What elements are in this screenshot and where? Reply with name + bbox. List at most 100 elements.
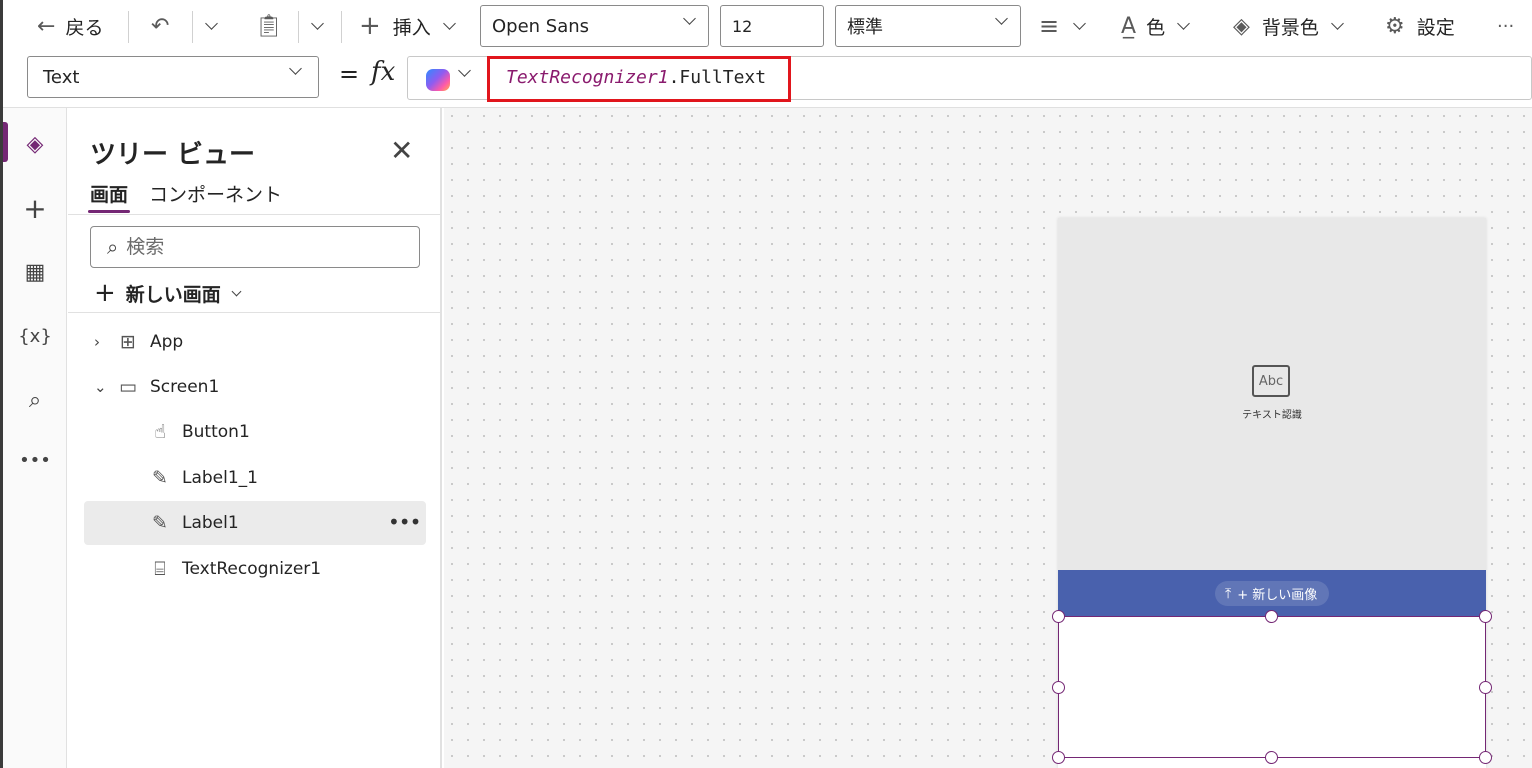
- text-recognizer-label: テキスト認識: [1242, 410, 1302, 421]
- node-label: TextRecognizer1: [182, 559, 322, 579]
- formula-input[interactable]: TextRecognizer1.FullText: [407, 56, 1532, 102]
- rail-variables[interactable]: {x}: [3, 314, 67, 358]
- chevron-down-icon: [1331, 17, 1344, 30]
- font-weight-select[interactable]: 標準: [835, 5, 1021, 47]
- formula-text[interactable]: TextRecognizer1.FullText: [506, 67, 766, 88]
- resize-handle[interactable]: [1479, 681, 1492, 694]
- command-bar: ← 戻る ↶ 📋︎ + 挿入 Open Sans 12 標準 ≡ A̲ 色 ◈ …: [3, 0, 1532, 52]
- toolbar-divider: [192, 11, 193, 43]
- resize-handle[interactable]: [1052, 751, 1065, 764]
- chevron-down-icon: [1177, 17, 1190, 30]
- resize-handle[interactable]: [1052, 610, 1065, 623]
- node-label: Label1_1: [182, 468, 258, 488]
- property-select[interactable]: Text: [27, 56, 319, 98]
- undo-menu-button[interactable]: [205, 0, 218, 52]
- rail-more[interactable]: •••: [3, 438, 67, 482]
- tree-title: ツリー ビュー: [90, 140, 256, 170]
- tree-node-label1-1[interactable]: ✎ Label1_1: [146, 457, 258, 499]
- text-recognizer-control[interactable]: Abc テキスト認識: [1058, 218, 1486, 570]
- equals-sign: =: [339, 60, 360, 88]
- rail-data[interactable]: ▦: [3, 250, 67, 294]
- left-rail: ◈ + ▦ {x} ⌕ •••: [3, 108, 67, 768]
- tree-node-app[interactable]: › ⊞ App: [94, 321, 183, 363]
- formula-ref: TextRecognizer1: [506, 67, 669, 88]
- paste-button[interactable]: 📋︎: [255, 0, 283, 52]
- layers-icon: ◈: [26, 131, 44, 157]
- color-button[interactable]: A̲ 色: [1121, 0, 1190, 52]
- toolbar-divider: [298, 11, 299, 43]
- new-image-button[interactable]: ⤒ + 新しい画像: [1215, 581, 1330, 606]
- resize-handle[interactable]: [1479, 610, 1492, 623]
- fx-icon: fx: [371, 57, 396, 87]
- rail-insert[interactable]: +: [3, 186, 67, 230]
- selected-label-control[interactable]: [1058, 616, 1486, 758]
- app-screen-preview[interactable]: Abc テキスト認識 ⤒ + 新しい画像: [1052, 218, 1492, 768]
- text-scan-icon: Abc: [1252, 365, 1290, 397]
- copilot-icon[interactable]: [426, 69, 450, 91]
- table-icon: ▦: [24, 259, 46, 285]
- new-screen-label: 新しい画面: [125, 283, 221, 306]
- resize-handle[interactable]: [1479, 751, 1492, 764]
- variables-icon: {x}: [18, 325, 52, 347]
- label-edit-icon: ✎: [152, 467, 168, 489]
- rail-tree-view[interactable]: ◈: [3, 122, 67, 166]
- font-family-value: Open Sans: [492, 15, 590, 37]
- fill-label: 背景色: [1261, 16, 1319, 39]
- resize-handle[interactable]: [1052, 681, 1065, 694]
- settings-button[interactable]: ⚙ 設定: [1385, 0, 1455, 52]
- font-size-field[interactable]: 12: [720, 5, 824, 47]
- tree-node-textrecognizer1[interactable]: ⌸ TextRecognizer1: [146, 548, 321, 590]
- clipboard-icon: 📋︎: [255, 13, 283, 39]
- align-icon: ≡: [1039, 12, 1060, 40]
- tree-node-screen1[interactable]: ⌄ ▭ Screen1: [94, 366, 219, 408]
- insert-label: 挿入: [392, 16, 431, 39]
- paste-menu-button[interactable]: [311, 0, 324, 52]
- resize-handle[interactable]: [1265, 751, 1278, 764]
- chevron-down-icon: [311, 17, 324, 30]
- tree-node-label1[interactable]: ✎ Label1: [146, 502, 239, 544]
- tab-components[interactable]: コンポーネント: [149, 180, 282, 207]
- text-recognizer-icon: ⌸: [154, 558, 166, 580]
- tree-search[interactable]: ⌕: [90, 226, 420, 268]
- back-button[interactable]: ← 戻る: [37, 0, 103, 52]
- align-button[interactable]: ≡: [1039, 0, 1086, 52]
- divider: [68, 214, 440, 215]
- chevron-down-icon[interactable]: [458, 64, 471, 77]
- selected-row-bg: [84, 501, 426, 545]
- tree-view-panel: ツリー ビュー ✕ 画面 コンポーネント ⌕ + 新しい画面 › ⊞ App ⌄…: [68, 108, 442, 768]
- node-label: Button1: [182, 422, 250, 442]
- node-label: App: [150, 332, 184, 352]
- chevron-down-icon: [995, 12, 1008, 25]
- settings-label: 設定: [1416, 16, 1455, 39]
- close-icon[interactable]: ✕: [390, 134, 413, 167]
- chevron-down-icon: [442, 17, 456, 30]
- divider: [68, 312, 440, 313]
- back-label: 戻る: [65, 16, 104, 39]
- node-label: Label1: [182, 513, 239, 533]
- toolbar-divider: [341, 11, 342, 43]
- chevron-down-icon[interactable]: ⌄: [94, 378, 114, 396]
- chevron-down-icon: [205, 17, 218, 30]
- more-button[interactable]: ···: [1497, 0, 1514, 52]
- font-family-select[interactable]: Open Sans: [480, 5, 709, 47]
- undo-icon: ↶: [151, 13, 170, 39]
- resize-handle[interactable]: [1265, 610, 1278, 623]
- search-input[interactable]: [126, 236, 387, 258]
- node-label: Screen1: [150, 377, 220, 397]
- fill-button[interactable]: ◈ 背景色: [1233, 0, 1344, 52]
- tree-node-button1[interactable]: ☝ Button1: [146, 411, 250, 453]
- search-icon: ⌕: [107, 235, 119, 259]
- insert-button[interactable]: + 挿入: [359, 0, 456, 52]
- more-icon[interactable]: •••: [388, 510, 421, 534]
- property-value: Text: [43, 66, 80, 88]
- tab-screens[interactable]: 画面: [90, 180, 128, 207]
- chevron-right-icon[interactable]: ›: [94, 333, 114, 351]
- paint-bucket-icon: ◈: [1233, 13, 1250, 39]
- design-canvas[interactable]: Abc テキスト認識 ⤒ + 新しい画像: [444, 108, 1532, 768]
- formula-bar: Text = fx TextRecognizer1.FullText: [3, 52, 1532, 108]
- new-screen-button[interactable]: + 新しい画面: [94, 278, 242, 308]
- font-weight-value: 標準: [847, 17, 883, 38]
- rail-search[interactable]: ⌕: [3, 378, 67, 422]
- formula-member: .FullText: [668, 67, 767, 88]
- undo-button[interactable]: ↶: [151, 0, 169, 52]
